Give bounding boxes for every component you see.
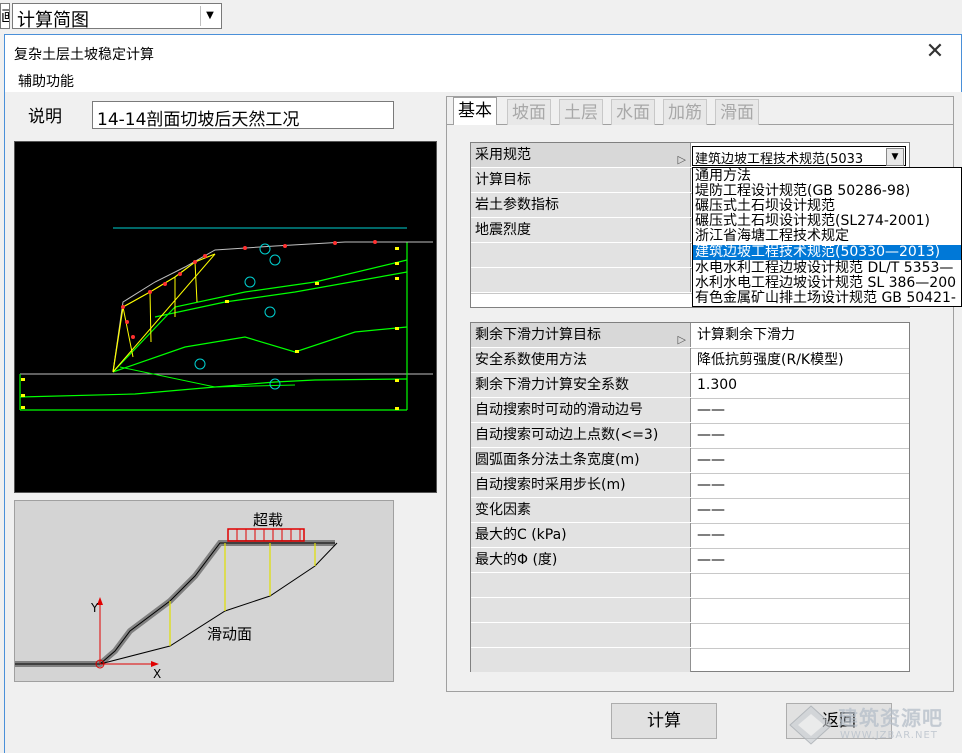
row-label: 自动搜索时可动的滑动边号 bbox=[471, 398, 691, 422]
description-input[interactable]: 14-14剖面切坡后天然工况 bbox=[92, 101, 394, 130]
description-label: 说明 bbox=[28, 107, 62, 127]
design-code-value: 建筑边坡工程技术规范(5033 bbox=[695, 152, 864, 167]
row-value[interactable]: —— bbox=[693, 473, 909, 497]
menu-item-aux[interactable]: 辅助功能 bbox=[18, 71, 74, 91]
row-value[interactable]: —— bbox=[693, 398, 909, 422]
watermark-logo-icon bbox=[789, 705, 833, 745]
left-combo-stub[interactable]: 画 bbox=[0, 3, 10, 29]
grid-row-max-phi[interactable]: 最大的Φ (度) —— bbox=[471, 548, 909, 574]
row-label: 变化因素 bbox=[471, 498, 691, 522]
grid-row-empty bbox=[471, 623, 909, 649]
grid-row-edge-points[interactable]: 自动搜索可动边上点数(<=3) —— bbox=[471, 423, 909, 449]
tab-slip-surface[interactable]: 滑面 bbox=[715, 99, 759, 125]
watermark-text: 建筑资源吧 bbox=[838, 706, 943, 730]
close-icon[interactable]: ✕ bbox=[922, 40, 948, 64]
row-label: 自动搜索时采用步长(m) bbox=[471, 473, 691, 497]
grid-row-empty bbox=[471, 573, 909, 599]
design-code-select[interactable]: 建筑边坡工程技术规范(5033 ▼ bbox=[692, 146, 906, 167]
grid-row-slice-width[interactable]: 圆弧面条分法土条宽度(m) —— bbox=[471, 448, 909, 474]
surcharge-label: 超载 bbox=[253, 511, 284, 529]
dropdown-option-selected[interactable]: 建筑边坡工程技术规范(50330—2013) bbox=[693, 245, 961, 260]
slip-surface-label: 滑动面 bbox=[207, 625, 253, 643]
row-label: 圆弧面条分法土条宽度(m) bbox=[471, 448, 691, 472]
view-select-value: 计算简图 bbox=[17, 10, 89, 31]
tab-slope[interactable]: 坡面 bbox=[507, 99, 551, 125]
profile-drawing bbox=[19, 227, 433, 411]
dropdown-option[interactable]: 有色金属矿山排土场设计规范 GB 50421- bbox=[695, 291, 956, 306]
grid-row-movable-edge[interactable]: 自动搜索时可动的滑动边号 —— bbox=[471, 398, 909, 424]
watermark: 建筑资源吧 WWW.JZBAR.NET bbox=[784, 700, 962, 750]
pointer-icon: ▷ bbox=[677, 333, 686, 346]
dropdown-option[interactable]: 通用方法 bbox=[695, 169, 751, 184]
design-code-dropdown: 通用方法 堤防工程设计规范(GB 50286-98) 碾压式土石坝设计规范 碾压… bbox=[692, 167, 962, 307]
description-value: 14-14剖面切坡后天然工况 bbox=[97, 110, 300, 130]
row-label: 岩土参数指标 bbox=[471, 193, 691, 217]
grid-row-residual-target[interactable]: 剩余下滑力计算目标 ▷ 计算剩余下滑力 bbox=[471, 323, 909, 349]
dropdown-option[interactable]: 碾压式土石坝设计规范(SL274-2001) bbox=[695, 214, 930, 229]
chevron-down-icon[interactable]: ▼ bbox=[200, 6, 219, 26]
row-value[interactable]: 计算剩余下滑力 bbox=[693, 323, 909, 347]
slope-sketch bbox=[15, 528, 338, 669]
row-value[interactable]: 1.300 bbox=[693, 373, 909, 397]
grid-row-safety-method[interactable]: 安全系数使用方法 降低抗剪强度(R/K模型) bbox=[471, 348, 909, 374]
row-label: 剩余下滑力计算目标 bbox=[475, 327, 601, 343]
grid-row-safety-factor[interactable]: 剩余下滑力计算安全系数 1.300 bbox=[471, 373, 909, 399]
calculate-button[interactable]: 计算 bbox=[611, 703, 717, 739]
row-label: 自动搜索可动边上点数(<=3) bbox=[471, 423, 691, 447]
row-label: 计算目标 bbox=[471, 168, 691, 192]
dropdown-option[interactable]: 水利水电工程边坡设计规范 SL 386—200 bbox=[695, 276, 956, 291]
chevron-down-icon[interactable]: ▼ bbox=[886, 148, 904, 166]
window-title: 复杂土层土坡稳定计算 bbox=[14, 47, 154, 63]
profile-canvas[interactable] bbox=[14, 141, 437, 493]
row-label: 剩余下滑力计算安全系数 bbox=[471, 373, 691, 397]
pointer-icon: ▷ bbox=[677, 153, 686, 166]
calc-sketch-panel: 超载 滑动面 Y X bbox=[14, 500, 394, 682]
grid-row-max-c[interactable]: 最大的C (kPa) —— bbox=[471, 523, 909, 549]
row-label: 安全系数使用方法 bbox=[471, 348, 691, 372]
dropdown-option[interactable]: 浙江省海塘工程技术规定 bbox=[695, 229, 849, 244]
row-label: 地震烈度 bbox=[471, 218, 691, 242]
x-axis-label: X bbox=[153, 667, 162, 681]
row-value[interactable]: 降低抗剪强度(R/K模型) bbox=[693, 348, 909, 372]
y-axis-label: Y bbox=[91, 601, 99, 615]
tab-basic[interactable]: 基本 bbox=[453, 97, 497, 125]
grid-row-variable[interactable]: 变化因素 —— bbox=[471, 498, 909, 524]
dropdown-option[interactable]: 碾压式土石坝设计规范 bbox=[695, 199, 835, 214]
row-value[interactable]: —— bbox=[693, 523, 909, 547]
residual-force-grid: 剩余下滑力计算目标 ▷ 计算剩余下滑力 安全系数使用方法 降低抗剪强度(R/K模型… bbox=[470, 322, 910, 672]
row-value[interactable]: —— bbox=[693, 423, 909, 447]
dropdown-option[interactable]: 水电水利工程边坡设计规范 DL/T 5353— bbox=[695, 261, 953, 276]
tab-water[interactable]: 水面 bbox=[611, 99, 655, 125]
row-value[interactable]: —— bbox=[693, 498, 909, 522]
tab-reinforcement[interactable]: 加筋 bbox=[663, 99, 707, 125]
grid-row-empty bbox=[471, 598, 909, 624]
row-label: 采用规范 bbox=[475, 147, 531, 163]
tab-soil-layer[interactable]: 土层 bbox=[559, 99, 603, 125]
view-select-combo[interactable]: 计算简图 ▼ bbox=[12, 3, 222, 31]
row-label: 最大的C (kPa) bbox=[471, 523, 691, 547]
row-value[interactable]: —— bbox=[693, 448, 909, 472]
watermark-url: WWW.JZBAR.NET bbox=[840, 730, 938, 741]
row-value[interactable]: —— bbox=[693, 548, 909, 572]
row-label: 最大的Φ (度) bbox=[471, 548, 691, 572]
grid-row-empty bbox=[471, 648, 909, 673]
dropdown-option[interactable]: 堤防工程设计规范(GB 50286-98) bbox=[695, 184, 910, 199]
grid-row-step[interactable]: 自动搜索时采用步长(m) —— bbox=[471, 473, 909, 499]
